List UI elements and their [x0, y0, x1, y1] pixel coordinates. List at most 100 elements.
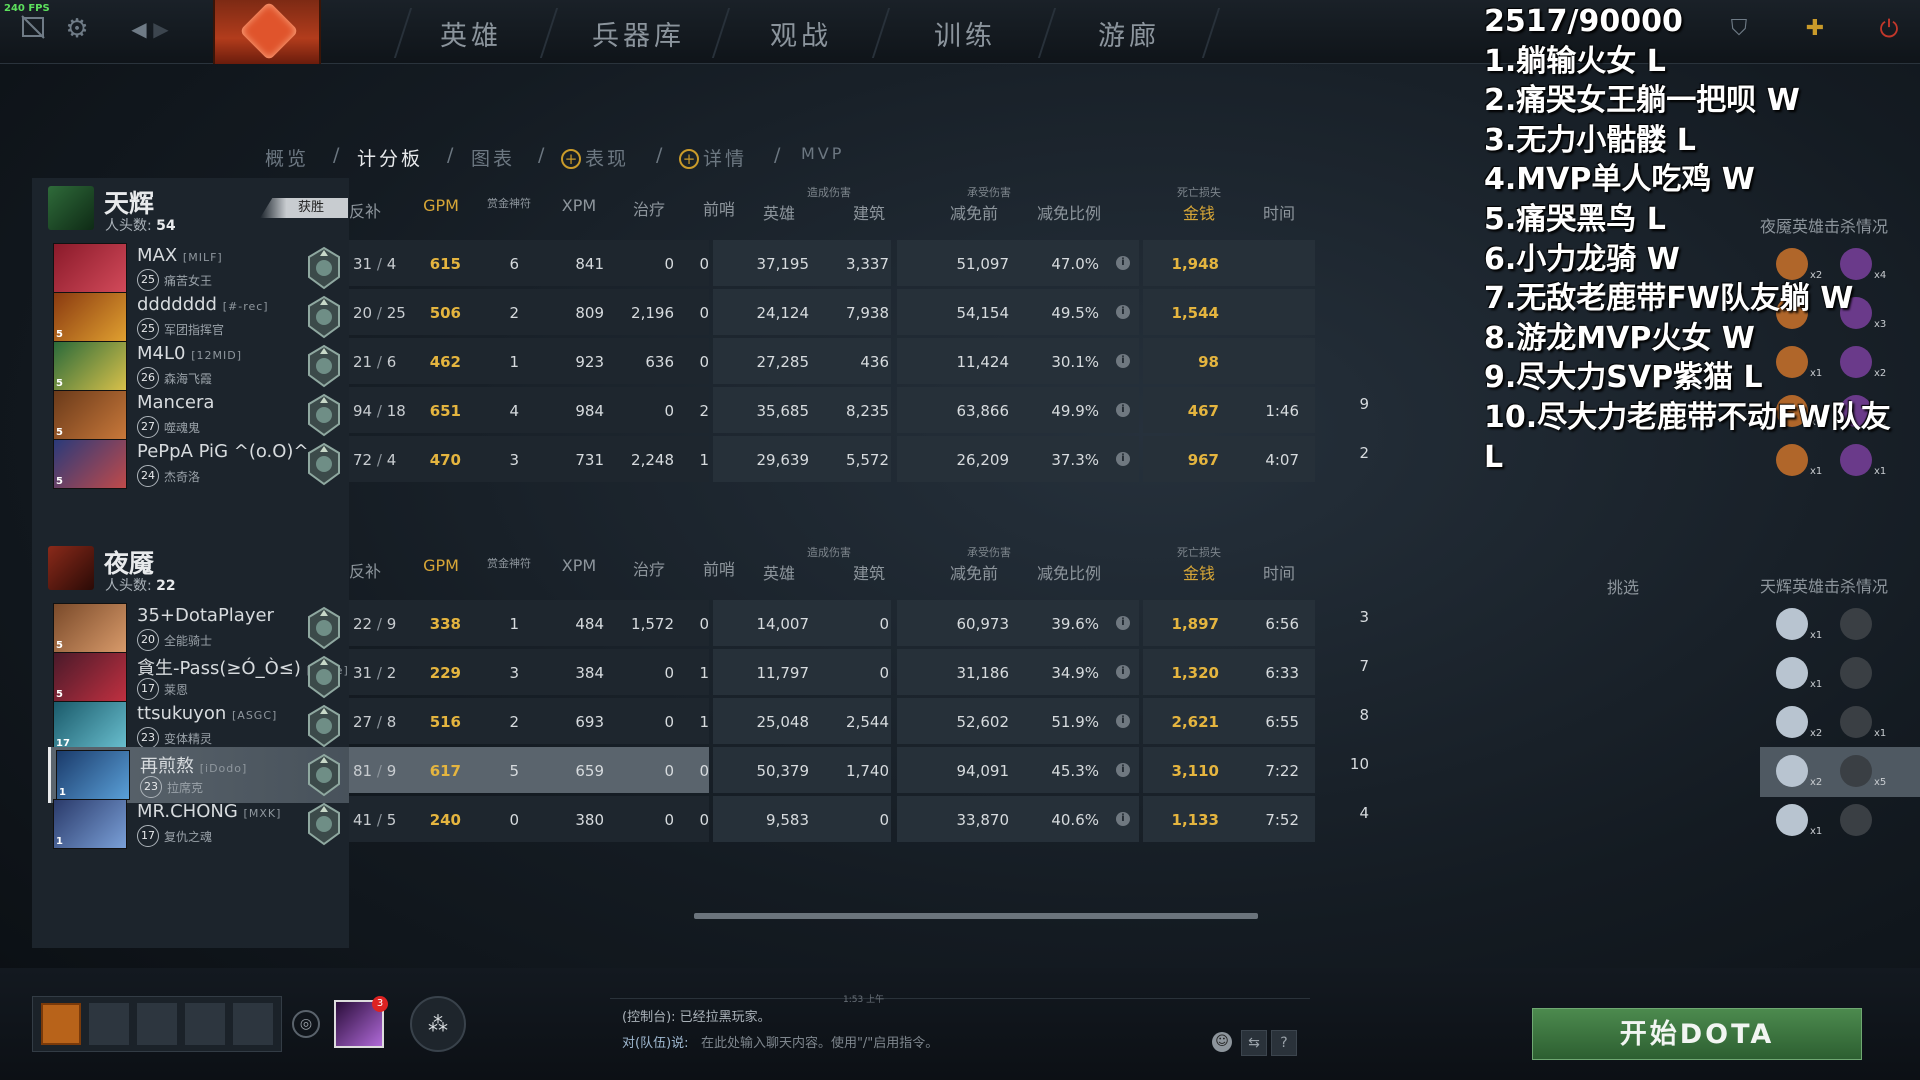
player-name[interactable]: 35+DotaPlayer — [137, 605, 274, 626]
header-damage-dealt-group[interactable]: 造成伤害 — [769, 184, 889, 200]
party-slot-self[interactable] — [41, 1003, 81, 1045]
subtab-performance[interactable]: + 表现 — [561, 144, 629, 171]
header-gpm[interactable]: GPM — [411, 556, 471, 575]
header-hero-damage[interactable]: 英雄 — [749, 200, 809, 224]
hero-kill-icon[interactable] — [1840, 804, 1872, 836]
hero-portrait[interactable]: 1 — [56, 750, 130, 800]
player-row[interactable]: 5 M4L0 [12MID] 26 森海飞霞 — [48, 338, 349, 394]
header-time[interactable]: 时间 — [1249, 200, 1309, 224]
stats-row[interactable]: 27 / 8 516 2 693 0 1 25,048 2,544 52,602… — [349, 698, 1409, 744]
hero-portrait[interactable]: 5 — [53, 292, 127, 342]
hero-kill-icon[interactable] — [1776, 755, 1808, 787]
header-death-loss-group[interactable]: 死亡损失 — [1149, 184, 1249, 200]
chat-channel-label[interactable]: 对(队伍)说: — [622, 1036, 689, 1051]
hero-kill-icon[interactable] — [1776, 608, 1808, 640]
header-gold-lost[interactable]: 金钱 — [1169, 200, 1229, 224]
header-building-damage[interactable]: 建筑 — [839, 560, 899, 584]
player-name[interactable]: ttsukuyon [ASGC] — [137, 703, 277, 724]
stats-row[interactable]: 31 / 2 229 3 384 0 1 11,797 0 31,186 34.… — [349, 649, 1409, 695]
header-wards[interactable]: 前哨 — [689, 196, 749, 220]
hero-kill-icon[interactable] — [1776, 657, 1808, 689]
header-damage-dealt-group[interactable]: 造成伤害 — [769, 544, 889, 560]
header-time[interactable]: 时间 — [1249, 560, 1309, 584]
hero-portrait[interactable]: 5 — [53, 341, 127, 391]
hero-kill-icon[interactable] — [1840, 755, 1872, 787]
player-row[interactable]: 5 35+DotaPlayer 20 全能骑士 — [48, 600, 349, 656]
hero-portrait[interactable]: 5 — [53, 439, 127, 489]
player-row[interactable]: 5 Mancera 27 噬魂鬼 — [48, 387, 349, 443]
header-damage-taken[interactable]: 减免前 — [939, 560, 1009, 584]
player-name[interactable]: M4L0 [12MID] — [137, 343, 242, 364]
header-hero-damage[interactable]: 英雄 — [749, 560, 809, 584]
party-finder-icon[interactable]: ⁂ — [410, 996, 466, 1052]
player-name[interactable]: 再煎熬 [iDodo] — [140, 752, 247, 778]
chat-item-icon[interactable]: 3 — [334, 996, 388, 1048]
stats-row[interactable]: 22 / 9 338 1 484 1,572 0 14,007 0 60,973… — [349, 600, 1409, 646]
info-icon[interactable]: i — [1116, 354, 1130, 368]
rank-medal-icon[interactable] — [305, 655, 343, 699]
hero-kill-icon[interactable] — [1840, 657, 1872, 689]
header-damage-taken-group[interactable]: 承受伤害 — [939, 184, 1039, 200]
party-slot-empty[interactable] — [233, 1003, 273, 1045]
chat-wheel-icon[interactable]: ⇆ — [1241, 1030, 1267, 1056]
header-damage-taken[interactable]: 减免前 — [939, 200, 1009, 224]
stats-row[interactable]: 20 / 25 506 2 809 2,196 0 24,124 7,938 5… — [349, 289, 1409, 335]
header-reduction-pct[interactable]: 减免比例 — [1029, 200, 1109, 224]
info-icon[interactable]: i — [1116, 763, 1130, 777]
hero-kill-icon[interactable] — [1776, 706, 1808, 738]
stats-row[interactable]: 72 / 4 470 3 731 2,248 1 29,639 5,572 26… — [349, 436, 1409, 482]
settings-gear-icon[interactable]: ⚙ — [62, 14, 92, 44]
voice-headset-icon[interactable]: ◎ — [292, 1010, 320, 1038]
emoji-icon[interactable]: ☺ — [1212, 1032, 1232, 1052]
player-name[interactable]: MR.CHONG [MXK] — [137, 801, 281, 822]
chat-input-placeholder[interactable]: 在此处输入聊天内容。使用"/"启用指令。 — [701, 1036, 938, 1051]
rank-medal-icon[interactable] — [305, 442, 343, 486]
hero-kill-icon[interactable] — [1776, 804, 1808, 836]
player-name[interactable]: MAX [MILF] — [137, 245, 223, 266]
stats-row[interactable]: 94 / 18 651 4 984 0 2 35,685 8,235 63,86… — [349, 387, 1409, 433]
rank-medal-icon[interactable] — [305, 344, 343, 388]
rank-medal-icon[interactable] — [305, 295, 343, 339]
header-gold-lost[interactable]: 金钱 — [1169, 560, 1229, 584]
subtab-overview[interactable]: 概览 — [265, 144, 309, 171]
header-reduction-pct[interactable]: 减免比例 — [1029, 560, 1109, 584]
nav-tab-arcade[interactable]: 游廊 — [1098, 14, 1160, 53]
forward-arrow-icon[interactable]: ▶ — [146, 14, 176, 44]
hero-portrait[interactable]: 1 — [53, 799, 127, 849]
player-row[interactable]: 5 ddddddd [#-rec] 25 军团指挥官 — [48, 289, 349, 345]
header-xpm[interactable]: XPM — [549, 556, 609, 575]
party-slot-empty[interactable] — [137, 1003, 177, 1045]
subtab-graphs[interactable]: 图表 — [471, 144, 515, 171]
rank-medal-icon[interactable] — [305, 606, 343, 650]
info-icon[interactable]: i — [1116, 452, 1130, 466]
news-off-icon[interactable] — [18, 14, 48, 44]
subtab-mvp[interactable]: MVP — [801, 144, 844, 163]
hero-kill-icon[interactable] — [1840, 706, 1872, 738]
header-bounty-runes[interactable]: 赏金神符 — [487, 558, 531, 570]
stats-row[interactable]: 21 / 6 462 1 923 636 0 27,285 436 11,424… — [349, 338, 1409, 384]
player-row[interactable]: 5 貪生-Pass(≥Ó_Ò≤) [!♥ve] 17 莱恩 — [48, 649, 349, 705]
header-wards[interactable]: 前哨 — [689, 556, 749, 580]
stats-row[interactable]: 81 / 9 617 5 659 0 0 50,379 1,740 94,091… — [349, 747, 1409, 793]
player-row[interactable]: 5 PePpA PiG ^(o.O)^ 24 杰奇洛 — [48, 436, 349, 492]
party-slot-empty[interactable] — [89, 1003, 129, 1045]
player-name[interactable]: PePpA PiG ^(o.O)^ — [137, 441, 309, 462]
header-healing[interactable]: 治疗 — [619, 196, 679, 220]
party-slot-empty[interactable] — [185, 1003, 225, 1045]
header-building-damage[interactable]: 建筑 — [839, 200, 899, 224]
info-icon[interactable]: i — [1116, 665, 1130, 679]
nav-tab-heroes[interactable]: 英雄 — [440, 14, 502, 53]
hero-portrait[interactable]: 5 — [53, 390, 127, 440]
subtab-scoreboard[interactable]: 计分板 — [357, 144, 423, 171]
info-icon[interactable]: i — [1116, 403, 1130, 417]
nav-tab-armory[interactable]: 兵器库 — [592, 14, 685, 53]
stats-row[interactable]: 41 / 5 240 0 380 0 0 9,583 0 33,870 40.6… — [349, 796, 1409, 842]
rank-medal-icon[interactable] — [305, 753, 343, 797]
rank-medal-icon[interactable] — [305, 246, 343, 290]
rank-medal-icon[interactable] — [305, 704, 343, 748]
header-gpm[interactable]: GPM — [411, 196, 471, 215]
dota-logo-button[interactable] — [213, 0, 321, 64]
chat-input-row[interactable]: 对(队伍)说: 在此处输入聊天内容。使用"/"启用指令。 — [622, 1032, 938, 1051]
header-healing[interactable]: 治疗 — [619, 556, 679, 580]
hero-portrait[interactable] — [53, 243, 127, 293]
